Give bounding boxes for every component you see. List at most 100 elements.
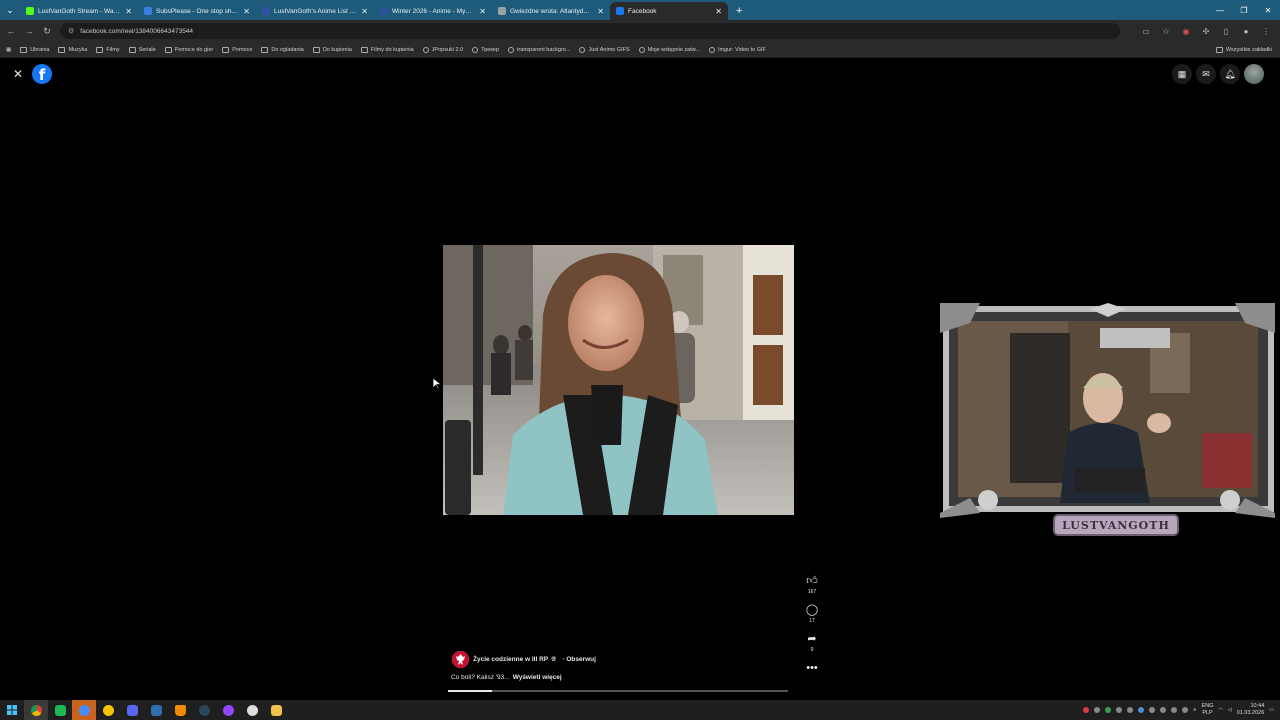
see-more-link[interactable]: Wyświetl więcej [513,674,562,681]
vlc-taskbar-icon[interactable] [168,700,192,720]
menu-kebab-icon[interactable]: ⋮ [1258,22,1274,40]
bookmark-item[interactable]: Filmy do kupienia [360,46,414,53]
bookmark-label: Imgur: Video to GIF [718,46,766,53]
bookmark-item[interactable]: Moje wstępnie zatw... [638,46,700,53]
video-frame-image [443,245,794,515]
tray-app-icon[interactable] [1115,707,1122,713]
bookmark-item[interactable]: Just Anime GIFS [579,46,630,53]
cast-icon[interactable]: ▭ [1138,22,1154,40]
new-tab-icon[interactable]: + [728,2,750,20]
comment-count: 17 [809,618,815,624]
folder-icon [360,46,368,53]
author-avatar[interactable] [452,651,469,668]
tab-close-icon[interactable]: ✕ [715,7,722,16]
maximize-icon[interactable]: ❐ [1232,0,1256,20]
tray-chevron-icon[interactable]: ∧ [1193,707,1197,713]
speaker-icon[interactable]: ◁ [1228,707,1232,713]
bookmark-item[interactable]: Do ogladania [261,46,304,53]
notifications-bell-icon[interactable]: 🔔︎ [1220,64,1240,84]
tab-close-icon[interactable]: ✕ [125,7,132,16]
folder-icon [96,46,104,53]
browser-taskbar-icon[interactable] [72,700,96,720]
browser-tab[interactable]: LustVanGoth Stream - Watch Li ✕ [20,2,138,20]
bookmark-item[interactable]: transparent backgro... [507,46,570,53]
messenger-icon[interactable]: ✉ [1196,64,1216,84]
wifi-icon[interactable]: ◠ [1219,707,1223,713]
tab-close-icon[interactable]: ✕ [597,7,604,16]
tray-app-icon[interactable] [1082,707,1089,713]
app2-taskbar-icon[interactable] [144,700,168,720]
minimize-icon[interactable]: — [1208,0,1232,20]
menu-grid-icon[interactable]: ▦ [1172,64,1192,84]
reel-actions: 👍︎ 167 ◯ 17 ➦ 9 ••• [800,574,824,683]
steam-taskbar-icon[interactable] [192,700,216,720]
like-button[interactable]: 👍︎ 167 [806,574,818,595]
notification-center-icon[interactable]: ▭ [1269,707,1274,713]
reload-icon[interactable]: ↻ [38,22,56,40]
input-language[interactable]: ENG PLP [1202,703,1214,717]
bookmark-star-icon[interactable]: ☆ [1158,22,1174,40]
browser-tab[interactable]: Gwiezdne wrota: Atlantyda / St ✕ [492,2,610,20]
browser-tab[interactable]: Winter 2026 - Anime - MyAnim ✕ [374,2,492,20]
app-taskbar-icon[interactable] [96,700,120,720]
tray-app-icon[interactable] [1137,707,1144,713]
sidebar-icon[interactable]: ▯ [1218,22,1234,40]
tray-app-icon[interactable] [1170,707,1177,713]
bookmark-item[interactable]: Imgur: Video to GIF [709,46,766,53]
spotify-taskbar-icon[interactable] [48,700,72,720]
bookmark-item[interactable]: Muzyka [58,46,87,53]
reel-progress-bar[interactable] [448,690,788,692]
close-window-icon[interactable]: ✕ [1256,0,1280,20]
reel-video[interactable] [443,245,794,515]
comment-button[interactable]: ◯ 17 [806,603,818,624]
bookmark-item[interactable]: Do kupienia [312,46,352,53]
folder-icon [312,46,320,53]
share-button[interactable]: ➦ 9 [807,632,816,653]
windows-start-icon[interactable] [0,700,24,720]
extension-icon[interactable]: ◉ [1178,22,1194,40]
forward-icon[interactable]: → [20,22,38,40]
share-count: 9 [810,647,814,653]
chrome-taskbar-icon[interactable] [24,700,48,720]
tab-title: SubsPlease - One stop shop fo [156,7,240,15]
back-icon[interactable]: ← [2,22,20,40]
lang-top: ENG [1201,703,1214,709]
bookmark-item[interactable]: Filmy [96,46,120,53]
tab-search-icon[interactable]: ⌄ [0,0,20,20]
file-explorer-taskbar-icon[interactable] [264,700,288,720]
close-reel-icon[interactable]: ✕ [10,66,26,82]
tab-close-icon[interactable]: ✕ [361,7,368,16]
tab-close-icon[interactable]: ✕ [479,7,486,16]
browser-tab[interactable]: SubsPlease - One stop shop fo ✕ [138,2,256,20]
obs-taskbar-icon[interactable] [240,700,264,720]
tray-app-icon[interactable] [1126,707,1133,713]
bookmark-item[interactable]: Ubrania [20,46,49,53]
tray-app-icon[interactable] [1104,707,1111,713]
more-options-button[interactable]: ••• [806,661,818,675]
bookmark-item[interactable]: Seriale [128,46,156,53]
tab-close-icon[interactable]: ✕ [243,7,250,16]
bookmark-item[interactable]: Трекер [472,46,499,53]
twitch-taskbar-icon[interactable] [216,700,240,720]
taskbar-clock[interactable]: 10:44 01.03.2026 [1237,703,1265,717]
follow-button[interactable]: · Obserwuj [562,656,596,663]
tray-app-icon[interactable] [1159,707,1166,713]
tray-app-icon[interactable] [1148,707,1155,713]
address-bar[interactable]: ⚙ facebook.com/reel/1384006643473544 [60,23,1120,39]
author-name[interactable]: Życie codzienne w III RP [473,656,548,663]
site-info-icon[interactable]: ⚙ [68,27,74,35]
browser-tab[interactable]: LustVanGoth's Anime List - My ✕ [256,2,374,20]
profile-avatar[interactable] [1244,64,1264,84]
facebook-logo-icon[interactable]: f [32,64,52,84]
apps-grid-icon[interactable]: ▦ [6,47,11,53]
profile-icon[interactable]: ● [1238,22,1254,40]
bookmark-item[interactable]: Pomoce [222,46,252,53]
bookmark-item[interactable]: JPopsuki 2.0 [422,46,463,53]
browser-tab[interactable]: Facebook ✕ [610,2,728,20]
tray-app-icon[interactable] [1093,707,1100,713]
tray-app-icon[interactable] [1181,707,1188,713]
bookmark-item[interactable]: Pomoce do gier [164,46,213,53]
all-bookmarks[interactable]: Wszystkie zakładki [1215,46,1272,53]
extensions-puzzle-icon[interactable]: ✣ [1198,22,1214,40]
discord-taskbar-icon[interactable] [120,700,144,720]
